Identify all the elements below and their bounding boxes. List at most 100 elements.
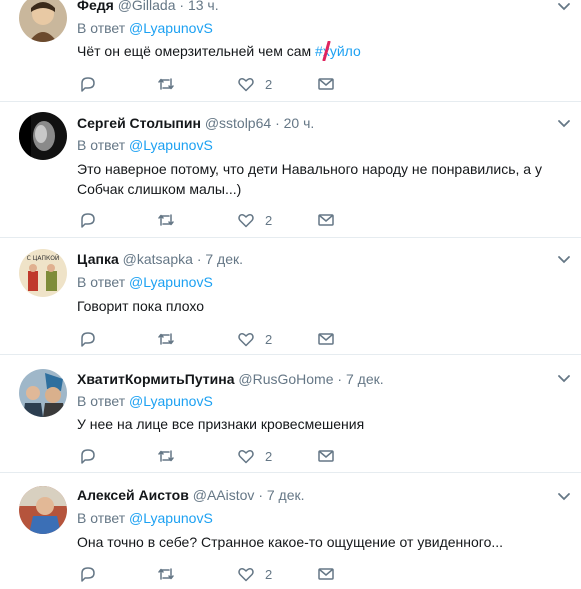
heart-icon (238, 333, 254, 347)
tweet-item[interactable]: Федя @Gillada · 13 ч. В ответ @LyapunovS… (0, 0, 581, 102)
retweet-button[interactable] (157, 73, 175, 95)
reply-prefix: В ответ (77, 393, 126, 409)
tweet-header: Сергей Столыпин @sstolp64 · 20 ч. (77, 114, 551, 132)
reply-context: В ответ @LyapunovS (77, 273, 213, 291)
censor-mark (322, 41, 331, 61)
author-name[interactable]: Алексей Аистов (77, 487, 189, 503)
chevron-down-icon[interactable] (555, 250, 573, 268)
avatar[interactable]: С ЦАПКОЙ (19, 249, 67, 297)
retweet-button[interactable] (157, 563, 175, 585)
reply-icon (81, 77, 95, 92)
heart-icon (238, 568, 254, 582)
like-button[interactable]: 2 (237, 563, 272, 585)
direct-message-button[interactable] (317, 328, 335, 350)
author-handle[interactable]: @sstolp64 (205, 115, 271, 131)
reply-prefix: В ответ (77, 20, 126, 36)
author-handle[interactable]: @AAistov (193, 487, 255, 503)
avatar-image (19, 369, 67, 417)
avatar-image (19, 112, 67, 160)
direct-message-button[interactable] (317, 209, 335, 231)
tweet-time[interactable]: 7 дек. (267, 487, 305, 503)
separator-dot: · (337, 371, 343, 387)
tweet-time[interactable]: 7 дек. (346, 371, 384, 387)
separator-dot: · (196, 251, 202, 267)
avatar[interactable] (19, 0, 67, 42)
retweet-icon (158, 214, 174, 226)
tweet-time[interactable]: 20 ч. (284, 115, 315, 131)
like-count: 2 (265, 331, 273, 347)
like-count: 2 (265, 76, 273, 92)
reply-icon (81, 567, 95, 582)
author-handle[interactable]: @RusGoHome (238, 371, 333, 387)
avatar-image (19, 486, 67, 534)
separator-dot: · (179, 0, 185, 13)
like-button[interactable]: 2 (237, 328, 272, 350)
tweet-item[interactable]: Сергей Столыпин @sstolp64 · 20 ч. В отве… (0, 102, 581, 238)
reply-icon (81, 449, 95, 464)
tweet-time[interactable]: 13 ч. (188, 0, 219, 13)
tweet-item[interactable]: ХватитКормитьПутина @RusGoHome · 7 дек. … (0, 355, 581, 473)
reply-prefix: В ответ (77, 274, 126, 290)
chevron-down-icon[interactable] (555, 369, 573, 387)
like-button[interactable]: 2 (237, 445, 272, 467)
direct-message-button[interactable] (317, 73, 335, 95)
avatar-image (19, 0, 67, 42)
tweet-text: Говорит пока плохо (77, 298, 205, 314)
reply-to-link[interactable]: @LyapunovS (129, 510, 213, 526)
tweet-text: У нее на лице все признаки кровесмешения (77, 416, 365, 432)
author-handle[interactable]: @Gillada (118, 0, 176, 13)
reply-to-link[interactable]: @LyapunovS (129, 393, 213, 409)
tweet-header: Цапка @katsapka · 7 дек. (77, 250, 551, 268)
reply-context: В ответ @LyapunovS (77, 392, 213, 410)
envelope-icon (318, 333, 334, 345)
reply-to-link[interactable]: @LyapunovS (129, 20, 213, 36)
retweet-icon (158, 78, 174, 90)
retweet-button[interactable] (157, 209, 175, 231)
envelope-icon (318, 568, 334, 580)
tweet-header: Алексей Аистов @AAistov · 7 дек. (77, 486, 551, 504)
reply-context: В ответ @LyapunovS (77, 509, 213, 527)
direct-message-button[interactable] (317, 445, 335, 467)
author-name[interactable]: Федя (77, 0, 114, 13)
tweet-header: Федя @Gillada · 13 ч. (77, 0, 551, 14)
reply-to-link[interactable]: @LyapunovS (129, 274, 213, 290)
like-button[interactable]: 2 (237, 73, 272, 95)
tweet-time[interactable]: 7 дек. (205, 251, 243, 267)
reply-icon (81, 332, 95, 347)
author-name[interactable]: Цапка (77, 251, 119, 267)
author-handle[interactable]: @katsapka (123, 251, 193, 267)
avatar[interactable] (19, 112, 67, 160)
retweet-button[interactable] (157, 328, 175, 350)
reply-icon (81, 213, 95, 228)
avatar[interactable] (19, 369, 67, 417)
reply-button[interactable] (79, 73, 97, 95)
retweet-button[interactable] (157, 445, 175, 467)
avatar[interactable] (19, 486, 67, 534)
reply-button[interactable] (79, 328, 97, 350)
like-button[interactable]: 2 (237, 209, 272, 231)
chevron-down-icon[interactable] (555, 0, 573, 15)
reply-to-link[interactable]: @LyapunovS (129, 137, 213, 153)
author-name[interactable]: ХватитКормитьПутина (77, 371, 234, 387)
tweet-item[interactable]: Алексей Аистов @AAistov · 7 дек. В ответ… (0, 473, 581, 589)
reply-button[interactable] (79, 563, 97, 585)
like-count: 2 (265, 448, 273, 464)
reply-prefix: В ответ (77, 137, 126, 153)
author-name[interactable]: Сергей Столыпин (77, 115, 201, 131)
avatar-image: С ЦАПКОЙ (19, 249, 67, 297)
tweet-text: Она точно в себе? Странное какое-то ощущ… (77, 534, 504, 550)
chevron-down-icon[interactable] (555, 487, 573, 505)
tweet-text: Это наверное потому, что дети Навального… (77, 161, 542, 197)
envelope-icon (318, 78, 334, 90)
tweet-item[interactable]: С ЦАПКОЙ Цапка @katsapka · 7 дек. В отве… (0, 238, 581, 355)
heart-icon (238, 450, 254, 464)
envelope-icon (318, 214, 334, 226)
like-count: 2 (265, 566, 273, 582)
envelope-icon (318, 450, 334, 462)
chevron-down-icon[interactable] (555, 114, 573, 132)
tweet-text: Чёт он ещё омерзительней чем сам #хуйло (77, 41, 551, 61)
reply-context: В ответ @LyapunovS (77, 19, 213, 37)
reply-button[interactable] (79, 209, 97, 231)
direct-message-button[interactable] (317, 563, 335, 585)
reply-button[interactable] (79, 445, 97, 467)
